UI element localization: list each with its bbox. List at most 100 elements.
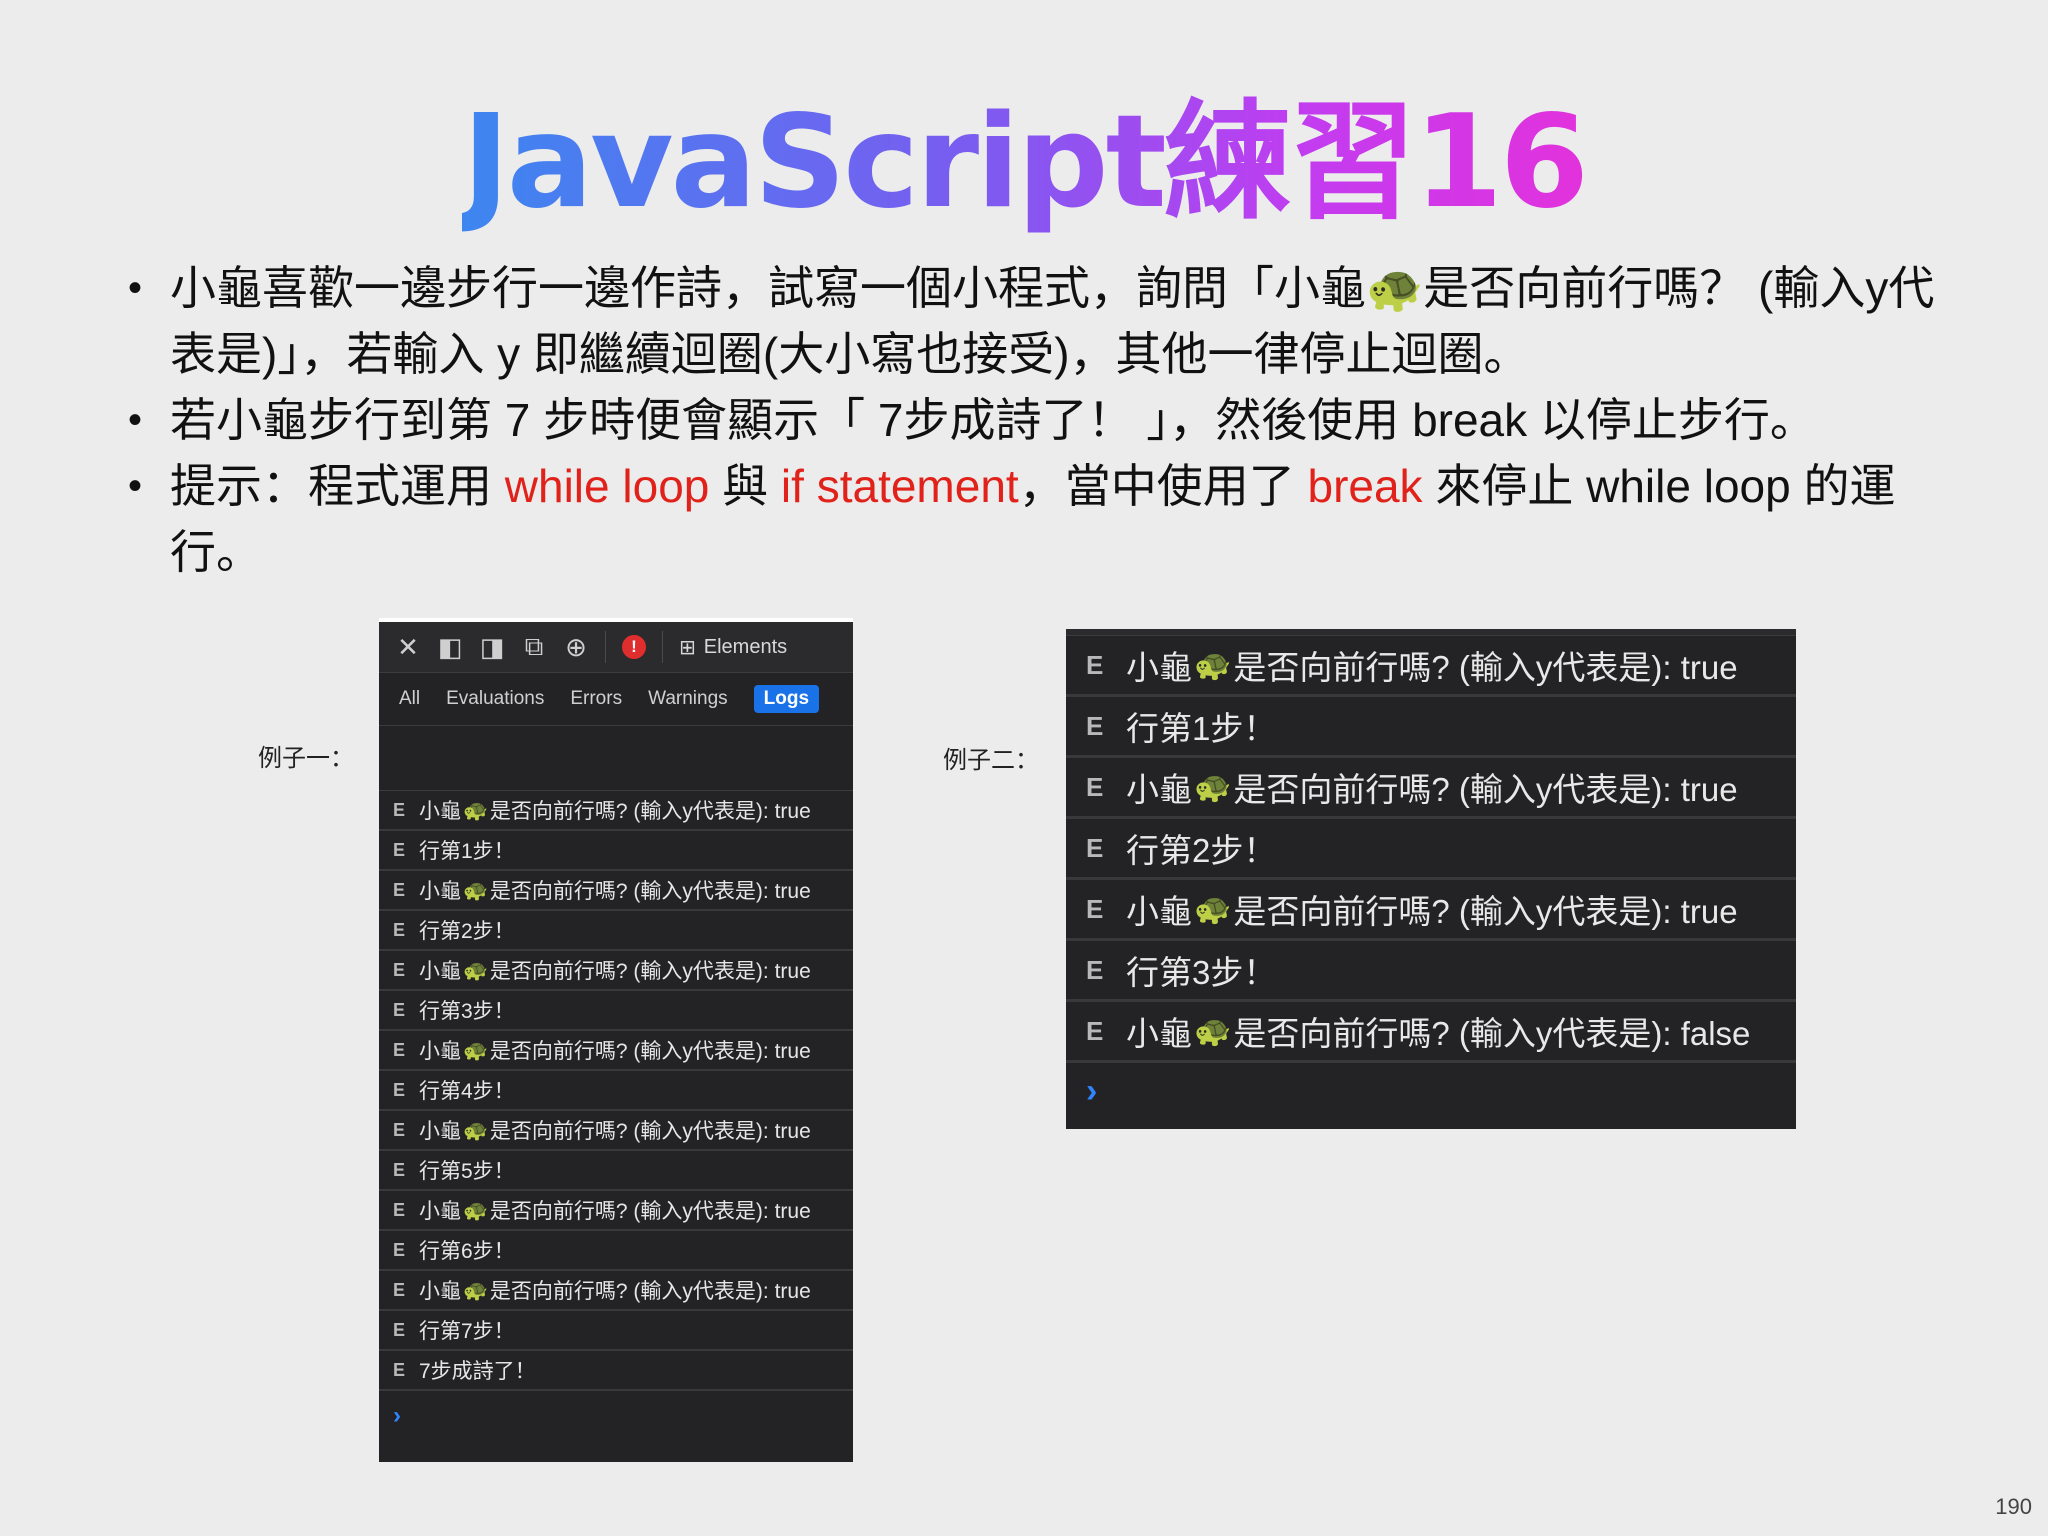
keyword-if-statement: if statement	[780, 460, 1019, 512]
log-row: E 行第4步！	[379, 1071, 853, 1111]
log-row: E 小龜 🐢 是否向前行嗎? (輸入y代表是): true	[379, 871, 853, 911]
log-text: 是否向前行嗎? (輸入y代表是): true	[489, 960, 811, 983]
turtle-icon: 🐢	[463, 1119, 488, 1142]
log-text-prefix: 小龜	[419, 1200, 461, 1223]
console-filter-bar: All Evaluations Errors Warnings Logs	[379, 673, 853, 726]
log-text-prefix: 小龜	[419, 1040, 461, 1063]
log-row: E 行第3步！	[379, 991, 853, 1031]
log-row: E 小龜 🐢 是否向前行嗎? (輸入y代表是): true	[379, 791, 853, 831]
log-row: E 行第1步！	[1066, 697, 1796, 758]
console-log-list: E 小龜 🐢 是否向前行嗎? (輸入y代表是): true E 行第1步！ E 小龜 🐢 是否向前…	[379, 791, 853, 1391]
log-text: 是否向前行嗎? (輸入y代表是): true	[1233, 771, 1738, 808]
log-text: 行第6步！	[419, 1240, 515, 1263]
log-level-icon: E	[393, 1320, 406, 1340]
log-level-icon: E	[393, 1240, 406, 1260]
log-text-prefix: 小龜	[419, 880, 461, 903]
console-prompt-icon[interactable]: ›	[1066, 1063, 1796, 1119]
turtle-icon: 🐢	[463, 799, 488, 822]
log-row: E 行第2步！	[379, 911, 853, 951]
log-text-prefix: 小龜	[419, 1120, 461, 1143]
log-text: 行第2步！	[419, 920, 515, 943]
filter-warnings[interactable]: Warnings	[648, 688, 728, 710]
log-level-icon: E	[393, 1280, 406, 1300]
log-text-prefix: 小龜	[419, 800, 461, 823]
log-level-icon: E	[393, 1360, 406, 1380]
keyword-break: break	[1307, 460, 1423, 512]
log-level-icon: E	[393, 880, 406, 900]
filter-all[interactable]: All	[399, 688, 420, 710]
log-level-icon: E	[1086, 832, 1104, 863]
undock-icon[interactable]: ⧉	[521, 631, 547, 661]
log-level-icon: E	[1086, 1015, 1104, 1046]
log-row: E 小龜 🐢 是否向前行嗎? (輸入y代表是): true	[379, 1191, 853, 1231]
turtle-icon: 🐢	[1194, 648, 1232, 682]
log-level-icon: E	[393, 1200, 406, 1220]
log-text: 行第3步！	[1126, 954, 1277, 991]
log-text: 行第1步！	[419, 840, 515, 863]
log-level-icon: E	[1086, 771, 1104, 802]
console-panel-example-2: E 小龜 🐢 是否向前行嗎? (輸入y代表是): true E 行第1步！ E 小龜 🐢 是否向前…	[1066, 629, 1796, 1129]
dock-right-icon[interactable]: ◨	[479, 632, 505, 662]
log-level-icon: E	[1086, 710, 1104, 741]
filter-evaluations[interactable]: Evaluations	[446, 688, 544, 710]
log-text-prefix: 小龜	[419, 960, 461, 983]
log-level-icon: E	[393, 960, 406, 980]
log-row: E 行第3步！	[1066, 941, 1796, 1002]
bullet-2-text: 若小龜步行到第 7 步時便會顯示「 7步成詩了！ 」，然後使用 break 以停…	[170, 394, 1816, 446]
devtools-toolbar: ✕ ◧ ◨ ⧉ ⊕ ! ⊞ Elements	[379, 622, 853, 673]
turtle-icon: 🐢	[463, 959, 488, 982]
log-row: E 小龜 🐢 是否向前行嗎? (輸入y代表是): true	[379, 1031, 853, 1071]
log-level-icon: E	[1086, 954, 1104, 985]
log-text: 是否向前行嗎? (輸入y代表是): true	[489, 1280, 811, 1303]
turtle-icon: 🐢	[463, 879, 488, 902]
keyword-while-loop: while loop	[504, 460, 710, 512]
filter-logs[interactable]: Logs	[753, 685, 820, 713]
filter-errors[interactable]: Errors	[570, 688, 622, 710]
log-text: 是否向前行嗎? (輸入y代表是): true	[1233, 893, 1738, 930]
log-row: E 小龜 🐢 是否向前行嗎? (輸入y代表是): true	[1066, 636, 1796, 697]
bullet-1-text: 小龜喜歡一邊步行一邊作詩，試寫一個小程式，詢問「小龜🐢是否向前行嗎？ (輸入y代…	[170, 262, 1935, 380]
tab-elements[interactable]: ⊞ Elements	[679, 635, 787, 660]
bullet-1: • 小龜喜歡一邊步行一邊作詩，試寫一個小程式，詢問「小龜🐢是否向前行嗎？ (輸入y…	[128, 262, 1935, 380]
error-badge-icon[interactable]: !	[622, 635, 646, 659]
log-text: 行第7步！	[419, 1320, 515, 1343]
log-row: E 行第6步！	[379, 1231, 853, 1271]
elements-icon: ⊞	[679, 636, 696, 659]
log-row: E 7步成詩了！	[379, 1351, 853, 1391]
log-text: 行第1步！	[1126, 710, 1277, 747]
log-row: E 行第5步！	[379, 1151, 853, 1191]
log-text: 行第5步！	[419, 1160, 515, 1183]
log-level-icon: E	[1086, 649, 1104, 680]
log-text: 是否向前行嗎? (輸入y代表是): true	[489, 800, 811, 823]
dock-left-icon[interactable]: ◧	[437, 632, 463, 662]
caption-example-1: 例子一：	[258, 745, 354, 772]
log-text: 是否向前行嗎? (輸入y代表是): true	[489, 1120, 811, 1143]
log-text: 行第2步！	[1126, 832, 1277, 869]
log-level-icon: E	[393, 1120, 406, 1140]
console-log-list: E 小龜 🐢 是否向前行嗎? (輸入y代表是): true E 行第1步！ E 小龜 🐢 是否向前…	[1066, 636, 1796, 1063]
log-row: E 小龜 🐢 是否向前行嗎? (輸入y代表是): true	[1066, 880, 1796, 941]
bullet-3: • 提示：程式運用 while loop 與 if statement，當中使用了…	[128, 460, 1896, 578]
console-panel-example-1: ✕ ◧ ◨ ⧉ ⊕ ! ⊞ Elements All Evaluations Er…	[379, 618, 853, 1462]
slide-title-text: JavaScript練習16	[462, 88, 1589, 237]
log-text-prefix: 小龜	[1126, 1015, 1192, 1052]
log-level-icon: E	[393, 800, 406, 820]
bullet-3-text-1: 提示：程式運用	[170, 460, 505, 512]
turtle-icon: 🐢	[463, 1199, 488, 1222]
log-level-icon: E	[393, 1080, 406, 1100]
console-prompt-icon[interactable]: ›	[379, 1391, 853, 1441]
log-text-prefix: 小龜	[419, 1280, 461, 1303]
log-row: E 行第1步！	[379, 831, 853, 871]
slide-title: JavaScript練習16	[0, 58, 2048, 243]
bullet-list: • 小龜喜歡一邊步行一邊作詩，試寫一個小程式，詢問「小龜🐢是否向前行嗎？ (輸入y…	[128, 255, 1938, 585]
log-text-prefix: 小龜	[1126, 649, 1192, 686]
inspect-crosshair-icon[interactable]: ⊕	[563, 632, 589, 662]
log-row: E 小龜 🐢 是否向前行嗎? (輸入y代表是): true	[379, 1271, 853, 1311]
log-level-icon: E	[393, 1000, 406, 1020]
turtle-icon: 🐢	[463, 1039, 488, 1062]
log-text-prefix: 小龜	[1126, 771, 1192, 808]
turtle-icon: 🐢	[463, 1279, 488, 1302]
close-icon[interactable]: ✕	[395, 632, 421, 662]
log-text: 是否向前行嗎? (輸入y代表是): true	[489, 880, 811, 903]
log-row: E 行第7步！	[379, 1311, 853, 1351]
